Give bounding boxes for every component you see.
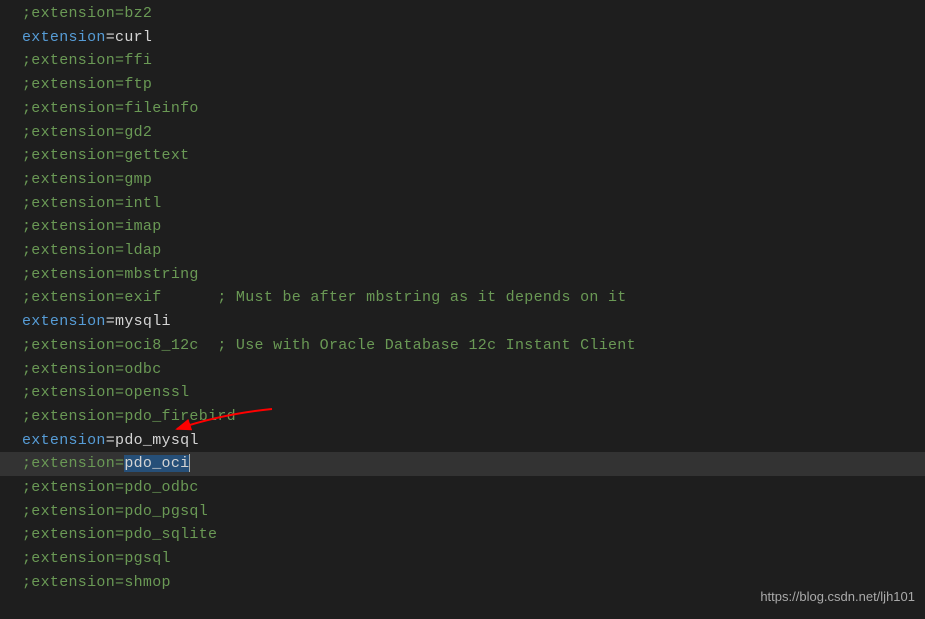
- code-line[interactable]: ;extension=pdo_pgsql: [22, 500, 925, 524]
- text-cursor: [189, 454, 190, 472]
- comment-text: ;extension=ldap: [22, 242, 162, 259]
- comment-text: ;extension=pdo_sqlite: [22, 526, 217, 543]
- comment-text: ;extension=ffi: [22, 52, 152, 69]
- code-line[interactable]: ;extension=gd2: [22, 121, 925, 145]
- code-line[interactable]: ;extension=pgsql: [22, 547, 925, 571]
- code-line[interactable]: ;extension=pdo_sqlite: [22, 523, 925, 547]
- code-line[interactable]: ;extension=mbstring: [22, 263, 925, 287]
- ini-key: extension: [22, 432, 106, 449]
- code-line[interactable]: ;extension=imap: [22, 215, 925, 239]
- code-line[interactable]: ;extension=pdo_firebird: [22, 405, 925, 429]
- code-line[interactable]: ;extension=pdo_oci: [0, 452, 925, 476]
- comment-text: ;extension=odbc: [22, 361, 162, 378]
- code-line[interactable]: ;extension=odbc: [22, 358, 925, 382]
- code-line[interactable]: ;extension=oci8_12c ; Use with Oracle Da…: [22, 334, 925, 358]
- comment-text: ;extension=shmop: [22, 574, 171, 591]
- selected-text: pdo_oci: [124, 455, 189, 472]
- code-line[interactable]: extension=pdo_mysql: [22, 429, 925, 453]
- equals-sign: =: [106, 29, 115, 46]
- ini-value: mysqli: [115, 313, 171, 330]
- comment-text: ;extension=bz2: [22, 5, 152, 22]
- code-line[interactable]: ;extension=gettext: [22, 144, 925, 168]
- equals-sign: =: [106, 313, 115, 330]
- code-line[interactable]: ;extension=intl: [22, 192, 925, 216]
- comment-text: ;extension=ftp: [22, 76, 152, 93]
- code-editor[interactable]: ;extension=bz2extension=curl;extension=f…: [22, 2, 925, 595]
- code-line[interactable]: ;extension=pdo_odbc: [22, 476, 925, 500]
- comment-text: ;extension=gmp: [22, 171, 152, 188]
- comment-text: ;extension=pgsql: [22, 550, 171, 567]
- comment-text: ;extension=pdo_pgsql: [22, 503, 208, 520]
- code-line[interactable]: ;extension=exif ; Must be after mbstring…: [22, 286, 925, 310]
- code-line[interactable]: ;extension=ffi: [22, 49, 925, 73]
- comment-text: ;extension=gettext: [22, 147, 189, 164]
- code-line[interactable]: ;extension=fileinfo: [22, 97, 925, 121]
- ini-value: pdo_mysql: [115, 432, 199, 449]
- code-line[interactable]: extension=mysqli: [22, 310, 925, 334]
- comment-text: ;extension=pdo_firebird: [22, 408, 236, 425]
- comment-text: ;extension=imap: [22, 218, 162, 235]
- ini-key: extension: [22, 313, 106, 330]
- code-line[interactable]: ;extension=ftp: [22, 73, 925, 97]
- comment-text: ;extension=gd2: [22, 124, 152, 141]
- comment-text: ;extension=pdo_odbc: [22, 479, 199, 496]
- code-line[interactable]: ;extension=ldap: [22, 239, 925, 263]
- comment-text: ;extension=exif ; Must be after mbstring…: [22, 289, 627, 306]
- equals-sign: =: [106, 432, 115, 449]
- comment-prefix: ;extension=: [22, 455, 124, 472]
- comment-text: ;extension=fileinfo: [22, 100, 199, 117]
- comment-text: ;extension=oci8_12c ; Use with Oracle Da…: [22, 337, 636, 354]
- code-line[interactable]: extension=curl: [22, 26, 925, 50]
- code-line[interactable]: ;extension=gmp: [22, 168, 925, 192]
- code-line[interactable]: ;extension=bz2: [22, 2, 925, 26]
- comment-text: ;extension=openssl: [22, 384, 189, 401]
- comment-text: ;extension=intl: [22, 195, 162, 212]
- watermark-text: https://blog.csdn.net/ljh101: [760, 585, 915, 609]
- ini-key: extension: [22, 29, 106, 46]
- code-line[interactable]: ;extension=openssl: [22, 381, 925, 405]
- ini-value: curl: [115, 29, 152, 46]
- comment-text: ;extension=mbstring: [22, 266, 199, 283]
